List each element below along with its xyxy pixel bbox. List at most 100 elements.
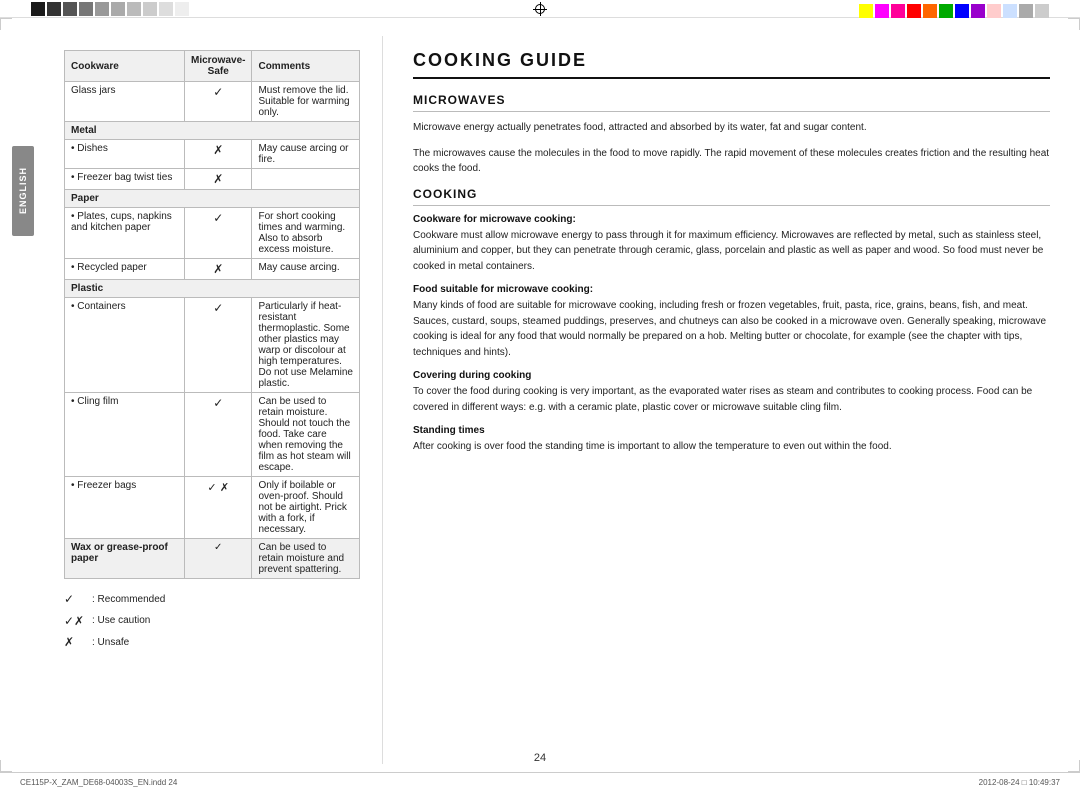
- color-swatch: [1019, 4, 1033, 18]
- color-swatch: [159, 2, 173, 16]
- safe-cell: ✗: [185, 259, 252, 280]
- legend-text: : Unsafe: [92, 634, 129, 652]
- legend-text: : Recommended: [92, 591, 165, 609]
- color-swatch: [63, 2, 77, 16]
- corner-mark-tl: [0, 18, 12, 30]
- footer-left: CE115P-X_ZAM_DE68-04003S_EN.indd 24: [20, 778, 177, 787]
- col-header-safe: Microwave-Safe: [185, 51, 252, 82]
- col-header-cookware: Cookware: [65, 51, 185, 82]
- cookware-cell: • Recycled paper: [65, 259, 185, 280]
- legend-symbol: ✓: [64, 589, 86, 611]
- color-swatch: [1035, 4, 1049, 18]
- legend-item: ✗ : Unsafe: [64, 632, 360, 654]
- cookware-cell: • Containers: [65, 298, 185, 393]
- page-number: 24: [534, 752, 546, 764]
- right-swatches: [858, 2, 1050, 20]
- table-row: • Cling film✓Can be used to retain moist…: [65, 393, 360, 477]
- safe-cell: ✓: [185, 208, 252, 259]
- center-crosshair: [533, 2, 547, 16]
- cookware-cell: Glass jars: [65, 82, 185, 122]
- top-bar: [0, 0, 1080, 18]
- comment-cell: May cause arcing or fire.: [252, 140, 360, 169]
- safe-cell: ✓ ✗: [185, 477, 252, 539]
- category-header: Metal: [65, 122, 360, 140]
- color-swatch: [79, 2, 93, 16]
- left-panel: Cookware Microwave-Safe Comments Glass j…: [52, 36, 372, 764]
- subsection-title: Cookware for microwave cooking:: [413, 214, 1050, 225]
- color-swatch: [939, 4, 953, 18]
- legend-symbol: ✓✗: [64, 611, 86, 633]
- legend: ✓ : Recommended ✓✗ : Use caution ✗ : Unsafe: [64, 589, 360, 654]
- subsection-text: To cover the food during cooking is very…: [413, 384, 1050, 415]
- comment-cell: Only if boilable or oven-proof. Should n…: [252, 477, 360, 539]
- table-row: • Freezer bags✓ ✗Only if boilable or ove…: [65, 477, 360, 539]
- color-swatch: [955, 4, 969, 18]
- safe-cell: ✓: [185, 298, 252, 393]
- english-tab: ENGLISH: [12, 146, 34, 236]
- comment-cell: Can be used to retain moisture and preve…: [252, 539, 360, 579]
- guide-title-line: [413, 77, 1050, 79]
- section-title: MICROWAVES: [413, 93, 1050, 107]
- guide-title: COOKING GUIDE: [413, 50, 1050, 71]
- legend-text: : Use caution: [92, 612, 150, 630]
- color-swatch: [1003, 4, 1017, 18]
- comment-cell: Particularly if heat-resistant thermopla…: [252, 298, 360, 393]
- cookware-cell: • Freezer bag twist ties: [65, 169, 185, 190]
- color-swatch: [971, 4, 985, 18]
- color-swatch: [191, 2, 205, 16]
- subsection-title: Covering during cooking: [413, 370, 1050, 381]
- guide-sections: MICROWAVES Microwave energy actually pene…: [413, 93, 1050, 455]
- comment-cell: Must remove the lid. Suitable for warmin…: [252, 82, 360, 122]
- category-header: Plastic: [65, 280, 360, 298]
- table-row: • Containers✓Particularly if heat-resist…: [65, 298, 360, 393]
- subsection-title: Food suitable for microwave cooking:: [413, 284, 1050, 295]
- subsection-title: Standing times: [413, 425, 1050, 436]
- cookware-cell: • Dishes: [65, 140, 185, 169]
- color-swatch: [95, 2, 109, 16]
- color-swatch: [987, 4, 1001, 18]
- crosshair-circle: [535, 4, 545, 14]
- category-header: Paper: [65, 190, 360, 208]
- color-swatch: [47, 2, 61, 16]
- footer-right: 2012-08-24 □ 10:49:37: [979, 778, 1060, 787]
- right-panel: COOKING GUIDE MICROWAVES Microwave energy…: [382, 36, 1080, 764]
- table-row: Wax or grease-proof paper✓Can be used to…: [65, 539, 360, 579]
- subsection-text: Cookware must allow microwave energy to …: [413, 228, 1050, 275]
- legend-item: ✓✗ : Use caution: [64, 611, 360, 633]
- section-line: [413, 111, 1050, 112]
- corner-mark-bl: [0, 760, 12, 772]
- col-header-comments: Comments: [252, 51, 360, 82]
- table-row: • Freezer bag twist ties✗: [65, 169, 360, 190]
- legend-item: ✓ : Recommended: [64, 589, 360, 611]
- side-tab-label: ENGLISH: [18, 167, 28, 214]
- color-swatch: [31, 2, 45, 16]
- corner-mark-tr: [1068, 18, 1080, 30]
- cookware-cell: • Cling film: [65, 393, 185, 477]
- table-row: Glass jars✓Must remove the lid. Suitable…: [65, 82, 360, 122]
- color-swatch: [127, 2, 141, 16]
- section-paragraph: Microwave energy actually penetrates foo…: [413, 120, 1050, 136]
- safe-cell: ✓: [185, 539, 252, 579]
- bottom-bar: CE115P-X_ZAM_DE68-04003S_EN.indd 24 2012…: [0, 772, 1080, 792]
- color-swatch: [923, 4, 937, 18]
- safe-cell: ✓: [185, 82, 252, 122]
- safe-cell: ✓: [185, 393, 252, 477]
- color-swatch: [111, 2, 125, 16]
- table-row: • Plates, cups, napkins and kitchen pape…: [65, 208, 360, 259]
- cookware-cell: • Freezer bags: [65, 477, 185, 539]
- main-content: ENGLISH Cookware Microwave-Safe Comments…: [0, 36, 1080, 764]
- table-row: Plastic: [65, 280, 360, 298]
- legend-symbol: ✗: [64, 632, 86, 654]
- color-swatch: [875, 4, 889, 18]
- table-row: • Recycled paper✗May cause arcing.: [65, 259, 360, 280]
- section-line: [413, 205, 1050, 206]
- color-swatch: [859, 4, 873, 18]
- color-swatch: [143, 2, 157, 16]
- section-title: COOKING: [413, 187, 1050, 201]
- cookware-cell: • Plates, cups, napkins and kitchen pape…: [65, 208, 185, 259]
- safe-cell: ✗: [185, 140, 252, 169]
- comment-cell: Can be used to retain moisture. Should n…: [252, 393, 360, 477]
- category-cell: Wax or grease-proof paper: [65, 539, 185, 579]
- table-row: Metal: [65, 122, 360, 140]
- subsection-text: After cooking is over food the standing …: [413, 439, 1050, 455]
